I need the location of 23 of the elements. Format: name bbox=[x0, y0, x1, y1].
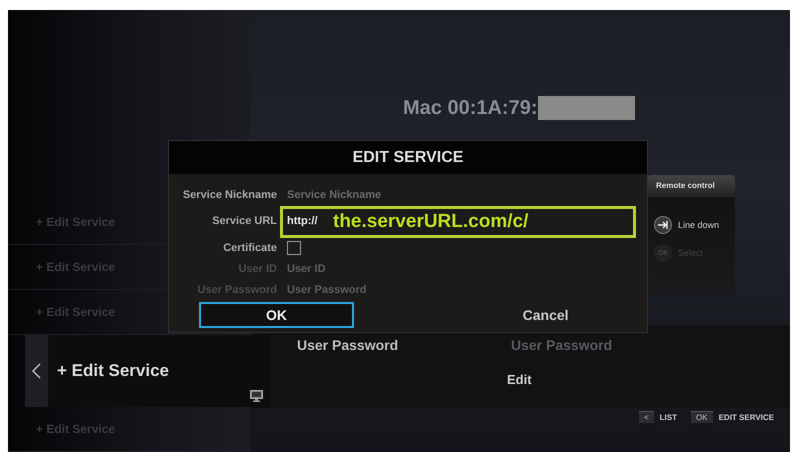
service-label: + Edit Service bbox=[57, 361, 169, 381]
input-field[interactable]: http:// bbox=[287, 215, 326, 227]
panel-title: Remote control bbox=[648, 175, 735, 197]
key-hint: OK bbox=[691, 411, 713, 423]
remote-hint-label: Line down bbox=[678, 220, 720, 230]
dialog-button[interactable]: OK bbox=[199, 302, 354, 328]
back-chevron-icon bbox=[32, 363, 41, 379]
monitor-icon bbox=[250, 390, 263, 402]
mac-address: Mac 00:1A:79: bbox=[403, 96, 538, 120]
line-down-key-icon bbox=[654, 216, 672, 234]
certificate-checkbox[interactable] bbox=[287, 240, 301, 254]
service-item[interactable]: + Edit Service bbox=[25, 335, 270, 407]
detail-value: User Password bbox=[511, 337, 614, 353]
detail-label: User Password bbox=[297, 337, 400, 353]
input-field[interactable]: Service Nickname bbox=[287, 188, 467, 200]
hint-label: EDIT SERVICE bbox=[718, 412, 774, 422]
edit-action[interactable]: Edit bbox=[507, 372, 790, 386]
dialog-button[interactable]: Cancel bbox=[468, 302, 624, 328]
hint-label: LIST bbox=[660, 412, 678, 422]
dialog-title: EDIT SERVICE bbox=[169, 141, 647, 174]
annotation-text: the.serverURL.com/c/ bbox=[333, 211, 528, 233]
key-hint: < bbox=[639, 411, 654, 423]
field-label: Service Nickname bbox=[182, 188, 277, 200]
